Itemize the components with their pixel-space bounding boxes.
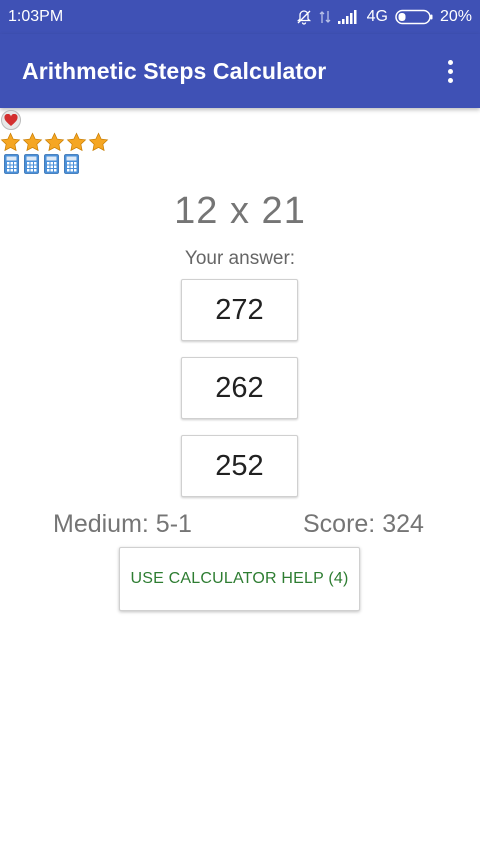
answer-option-1[interactable]: 272 [181, 279, 298, 341]
answer-label: Your answer: [184, 248, 296, 269]
signal-icon [337, 10, 360, 24]
battery-icon [395, 9, 433, 25]
data-transfer-icon [319, 9, 331, 25]
status-icons: 4G 20% [296, 8, 472, 26]
difficulty-level: Medium: 5-1 [53, 510, 192, 538]
app-bar: Arithmetic Steps Calculator [0, 34, 480, 108]
muted-bell-icon [296, 9, 312, 25]
score-display: Score: 324 [303, 510, 424, 538]
answer-option-2[interactable]: 262 [181, 357, 298, 419]
calculator-icon [64, 154, 79, 179]
calculator-icon [24, 154, 39, 179]
star-icon [88, 132, 109, 158]
calculator-icon [4, 154, 19, 179]
status-time: 1:03PM [8, 8, 64, 25]
status-bar: 1:03PM 4G 20% [0, 0, 480, 34]
question-text: 12 x 21 [174, 190, 306, 232]
overflow-menu-icon[interactable] [438, 51, 462, 91]
calculator-credits [4, 154, 79, 179]
calculator-icon [44, 154, 59, 179]
network-type: 4G [366, 8, 388, 25]
app-title: Arithmetic Steps Calculator [22, 57, 327, 84]
answer-option-3[interactable]: 252 [181, 435, 298, 497]
calculator-help-button[interactable]: USE CALCULATOR HELP (4) [119, 547, 360, 611]
battery-percent: 20% [439, 8, 472, 25]
heart-icon [1, 110, 21, 130]
